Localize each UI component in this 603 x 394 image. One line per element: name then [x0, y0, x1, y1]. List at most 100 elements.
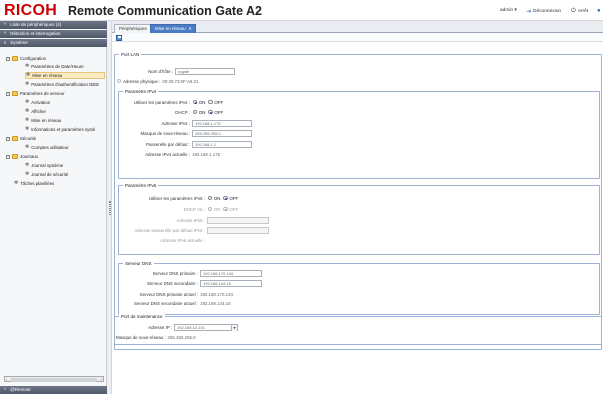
- ipv6-gateway-row: Adresse passerelle par défaut IPv6 :: [120, 226, 269, 234]
- dns-group: Serveur DNS Serveur DNS primaire : 192.1…: [118, 261, 600, 315]
- gear-icon: ✲: [14, 180, 19, 186]
- tab-networking-label: Mise en réseau: [155, 26, 186, 31]
- gear-icon: ✲: [25, 162, 30, 168]
- app-header: RICOH Remote Communication Gate A2 admin…: [0, 0, 603, 21]
- scroll-right-icon[interactable]: ›: [101, 377, 102, 382]
- tree-item-activation[interactable]: ✲ Activation: [25, 99, 50, 106]
- folder-icon: [12, 91, 18, 96]
- tree-label: Paramètres de serveur: [20, 91, 65, 96]
- ipv6-group: Paramètre IPv6 Utiliser les paramètres I…: [118, 183, 600, 255]
- accordion-system[interactable]: v Système: [0, 39, 107, 47]
- help-button[interactable]: ●: [597, 8, 601, 14]
- accordion-system-label: Système: [10, 40, 28, 45]
- tree-label: Mise en réseau: [32, 73, 63, 78]
- tree-label: Activation: [31, 100, 51, 105]
- tree-item-user-accounts[interactable]: ✲ Comptes utilisateur: [25, 144, 69, 151]
- gear-icon: ✲: [25, 99, 30, 105]
- subnet-mask-input[interactable]: 255.255.255.0: [192, 129, 252, 137]
- collapse-icon[interactable]: −: [6, 136, 10, 141]
- ipv6-gateway-input[interactable]: [207, 226, 269, 234]
- scroll-left-icon[interactable]: ‹: [6, 377, 7, 382]
- tab-networking[interactable]: Mise en réseau ×: [150, 24, 197, 33]
- toolbar: [112, 33, 603, 42]
- accordion-device-list[interactable]: ^ Liste de périphériques (4): [0, 21, 107, 29]
- ipv4-address-label: Adresse IPv4 :: [161, 120, 190, 126]
- tree-item-ieee-auth[interactable]: ✲ Paramètres d'authentification IEEE: [25, 81, 99, 88]
- dhcp-row: DHCP : ON OFF: [120, 108, 223, 116]
- accordion-remote-label: @Remote: [10, 387, 31, 392]
- collapse-icon[interactable]: −: [6, 91, 10, 96]
- chevron-up-icon: ^: [4, 387, 7, 392]
- hostname-input[interactable]: rcgate: [175, 67, 235, 75]
- maintenance-ip-select[interactable]: 192.168.10.101 ▾: [174, 323, 238, 331]
- ipv4-address-input[interactable]: 192.168.1.175: [192, 119, 252, 127]
- tree-item-display[interactable]: ✲ Afficher: [25, 108, 46, 115]
- tree-horizontal-scrollbar[interactable]: ‹ ›: [4, 376, 104, 382]
- folder-icon: [12, 136, 18, 141]
- user-menu[interactable]: admin ▾: [500, 8, 517, 13]
- maintenance-ip-value: 192.168.10.101: [177, 324, 205, 330]
- gateway-input[interactable]: 192.168.1.1: [192, 140, 252, 148]
- dns-secondary-input[interactable]: 192.168.144.15: [200, 279, 262, 287]
- accordion-remote[interactable]: ^ @Remote: [0, 386, 107, 394]
- tab-devices[interactable]: Périphériques: [114, 24, 152, 33]
- tab-bar: Périphériques Mise en réseau ×: [112, 21, 603, 33]
- gear-icon: ✲: [25, 144, 30, 150]
- ipv6-address-input[interactable]: [207, 216, 269, 224]
- ipv4-group: Paramètre IPv4 Utiliser les paramètres I…: [118, 89, 600, 179]
- dhcpv6-off-label: OFF: [229, 206, 239, 212]
- hostname-label: Nom d'hôte :: [148, 68, 173, 74]
- tree-item-scheduled-tasks[interactable]: ✲ Tâches planifiées: [14, 180, 54, 187]
- splitter-grip[interactable]: [108, 201, 111, 215]
- tree-folder-security[interactable]: − Sécurité: [6, 135, 36, 142]
- tree-item-security-log[interactable]: ✲ Journal de sécurité: [25, 171, 68, 178]
- dhcp-off-radio[interactable]: [208, 109, 213, 115]
- collapse-icon[interactable]: −: [6, 56, 10, 61]
- tree-item-networking-selected[interactable]: ✲ Mise en réseau: [25, 72, 105, 79]
- dns-primary-current-value: 192.168.170.134: [200, 291, 233, 297]
- dhcp-on-radio[interactable]: [193, 109, 198, 115]
- ipv4-on-radio[interactable]: [193, 99, 198, 105]
- close-tab-icon[interactable]: ×: [189, 26, 192, 31]
- tree-label: Paramètres d'authentification IEEE: [31, 82, 100, 87]
- scrollbar-thumb[interactable]: [11, 378, 97, 382]
- dns-legend: Serveur DNS: [123, 261, 154, 266]
- dns-primary-current-row: Serveur DNS primaire actuel : 192.168.17…: [120, 290, 233, 298]
- dhcpv6-off-radio[interactable]: [223, 206, 228, 212]
- stop-button[interactable]: ⏻ Arrêt: [571, 8, 588, 15]
- tree-item-networking[interactable]: ✲ Mise en réseau: [25, 117, 61, 124]
- tree-label: Journaux: [20, 154, 39, 159]
- accordion-device-list-label: Liste de périphériques (4): [10, 22, 62, 27]
- tree-folder-logs[interactable]: − Journaux: [6, 153, 38, 160]
- ipv6-off-label: OFF: [229, 195, 239, 201]
- tree-item-system-log[interactable]: ✲ Journal système: [25, 162, 63, 169]
- tree-label: Sécurité: [20, 136, 37, 141]
- maintenance-mask-label: Masque de sous-réseau :: [116, 334, 166, 340]
- tree-item-system-info[interactable]: ✲ Informations et paramètres systè: [25, 126, 95, 133]
- logout-label: Déconnexion: [533, 9, 562, 14]
- gateway-label: Passerelle par défaut :: [146, 141, 190, 147]
- folder-icon: [12, 56, 18, 61]
- accordion-discovery[interactable]: ^ Détection et interrogation: [0, 30, 107, 38]
- collapse-icon[interactable]: −: [6, 154, 10, 159]
- ipv4-off-radio[interactable]: [208, 99, 213, 105]
- dns-primary-input[interactable]: 192.168.170.134: [200, 269, 262, 277]
- ipv6-off-radio[interactable]: [223, 195, 228, 201]
- tree-folder-configuration[interactable]: − Configuration: [6, 55, 46, 62]
- ipv6-on-radio[interactable]: [208, 195, 213, 201]
- tree-item-datetime[interactable]: ✲ Paramètres de Date/Heure: [25, 63, 84, 70]
- maintenance-mask-row: Masque de sous-réseau : 255.255.255.0: [116, 333, 196, 341]
- tree-label: Journal système: [31, 163, 64, 168]
- tree-folder-server-settings[interactable]: − Paramètres de serveur: [6, 90, 65, 97]
- dhcpv6-on-radio[interactable]: [208, 206, 213, 212]
- help-icon: ●: [597, 8, 601, 14]
- logout-button[interactable]: ⇥ Déconnexion: [526, 8, 561, 15]
- chevron-down-icon[interactable]: ▾: [231, 324, 237, 331]
- ipv6-use-row: Utiliser les paramètres IPv6 : ON OFF: [120, 194, 238, 202]
- save-icon[interactable]: [116, 34, 122, 41]
- ricoh-logo: RICOH: [4, 2, 58, 19]
- ipv6-address-label: Adresse IPv6 :: [176, 217, 205, 223]
- ipv6-use-label: Utiliser les paramètres IPv6 :: [148, 195, 205, 201]
- dns-secondary-current-label: Serveur DNS secondaire actuel :: [134, 300, 198, 306]
- ipv6-current-label: Adresse IPv6 actuelle :: [160, 237, 205, 243]
